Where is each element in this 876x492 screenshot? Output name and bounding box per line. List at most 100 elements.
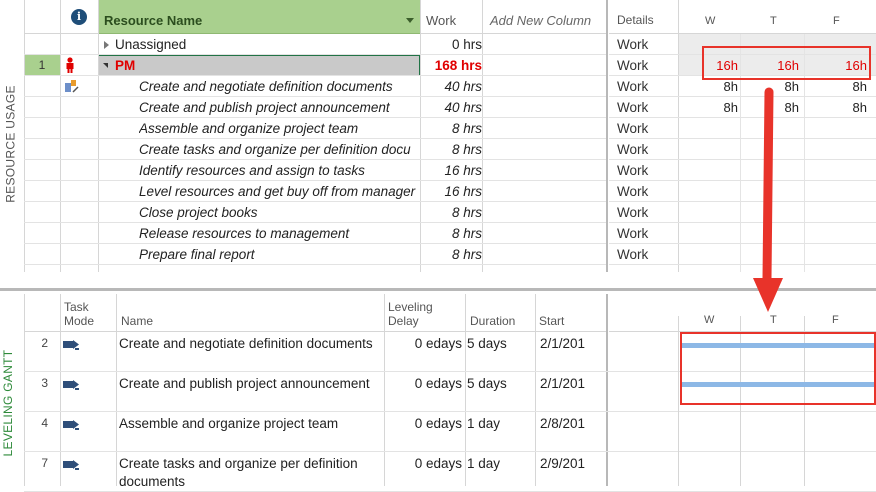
assignment-name[interactable]: Create and negotiate definition document… bbox=[139, 76, 418, 97]
collapse-triangle-icon[interactable] bbox=[103, 63, 108, 68]
resource-name[interactable]: PM bbox=[115, 55, 415, 76]
duration-value[interactable]: 1 day bbox=[467, 415, 533, 433]
duration-value[interactable]: 1 day bbox=[467, 455, 533, 473]
overallocation-highlight-box bbox=[702, 46, 871, 80]
column-dropdown-icon[interactable] bbox=[406, 18, 414, 23]
resource-name-column-header[interactable]: Resource Name bbox=[98, 0, 420, 34]
day-header-t: T bbox=[770, 15, 777, 27]
work-value[interactable]: 16 hrs bbox=[420, 160, 484, 181]
work-value[interactable]: 40 hrs bbox=[420, 97, 484, 118]
gantt-task-row[interactable]: 2 Create and negotiate definition documen… bbox=[0, 332, 876, 372]
task-id[interactable]: 3 bbox=[0, 376, 48, 390]
resource-usage-row[interactable]: Release resources to management 8 hrs bbox=[0, 223, 606, 244]
start-value[interactable]: 2/1/201 bbox=[540, 335, 606, 353]
row-id[interactable]: 1 bbox=[24, 55, 60, 76]
resource-name[interactable]: Unassigned bbox=[115, 34, 415, 55]
leveling-delay-column-header[interactable]: Leveling Delay bbox=[388, 300, 433, 328]
task-mode-column-header[interactable]: Task Mode bbox=[60, 300, 116, 328]
add-new-column-header[interactable]: Add New Column bbox=[482, 0, 606, 34]
assignment-name[interactable]: Assemble and organize project team bbox=[139, 118, 418, 139]
detail-label: Work bbox=[617, 121, 649, 136]
gantt-task-row[interactable]: 4 Assemble and organize project team 0 eda… bbox=[0, 412, 876, 452]
assignment-name[interactable]: Prepare final report bbox=[139, 244, 418, 265]
assignment-name[interactable]: Create tasks and organize per definition… bbox=[139, 139, 418, 160]
gantt-task-row[interactable]: 7 Create tasks and organize per definitio… bbox=[0, 452, 876, 492]
resource-usage-row[interactable]: Close project books 8 hrs bbox=[0, 202, 606, 223]
expand-triangle-icon[interactable] bbox=[104, 41, 109, 49]
auto-scheduled-task-icon bbox=[63, 458, 81, 470]
auto-scheduled-task-icon bbox=[63, 378, 81, 390]
detail-label: Work bbox=[617, 79, 649, 94]
overallocated-person-icon bbox=[64, 57, 76, 74]
resource-usage-pane: RESOURCE USAGE i Resource Name Work Add … bbox=[0, 0, 876, 291]
assignment-name[interactable]: Create and publish project announcement bbox=[139, 97, 418, 118]
detail-label: Work bbox=[617, 247, 649, 262]
resource-usage-row[interactable]: Level resources and get buy off from man… bbox=[0, 181, 606, 202]
leveling-delay-value[interactable]: 0 edays bbox=[384, 455, 462, 473]
info-icon: i bbox=[71, 9, 87, 25]
task-name[interactable]: Create and publish project announcement bbox=[119, 375, 381, 393]
work-value[interactable]: 168 hrs bbox=[420, 55, 484, 76]
day-header-w: W bbox=[705, 15, 716, 27]
work-value[interactable]: 8 hrs bbox=[420, 244, 484, 265]
detail-label: Work bbox=[617, 184, 649, 199]
gantt-highlight-box bbox=[680, 332, 876, 405]
resource-usage-row[interactable]: Identify resources and assign to tasks 16… bbox=[0, 160, 606, 181]
work-value[interactable]: 8 hrs bbox=[420, 139, 484, 160]
task-name[interactable]: Create and negotiate definition document… bbox=[119, 335, 381, 353]
timescale-header: Details W T F bbox=[609, 0, 876, 34]
work-value[interactable]: 0 hrs bbox=[420, 34, 484, 55]
level-assignment-icon bbox=[64, 78, 80, 94]
resource-usage-row[interactable]: Prepare final report 8 hrs bbox=[0, 244, 606, 265]
task-id[interactable]: 4 bbox=[0, 416, 48, 430]
duration-value[interactable]: 5 days bbox=[467, 375, 533, 393]
details-header: Details bbox=[617, 13, 654, 27]
work-value[interactable]: 40 hrs bbox=[420, 76, 484, 97]
assignment-name[interactable]: Release resources to management bbox=[139, 223, 418, 244]
work-value[interactable]: 8 hrs bbox=[420, 202, 484, 223]
auto-scheduled-task-icon bbox=[63, 418, 81, 430]
work-value[interactable]: 8 hrs bbox=[420, 223, 484, 244]
gantt-timescale-header: W T F bbox=[609, 294, 876, 332]
assignment-name[interactable]: Level resources and get buy off from man… bbox=[139, 181, 418, 202]
leveling-gantt-pane: LEVELING GANTT Task Mode Name Leveling D… bbox=[0, 294, 876, 492]
start-value[interactable]: 2/8/201 bbox=[540, 415, 606, 433]
day-header-f: F bbox=[833, 15, 840, 27]
info-column-header[interactable]: i bbox=[60, 0, 98, 34]
assignment-name[interactable]: Close project books bbox=[139, 202, 418, 223]
resource-usage-row[interactable]: Create tasks and organize per definition… bbox=[0, 139, 606, 160]
gantt-task-row[interactable]: 3 Create and publish project announcement… bbox=[0, 372, 876, 412]
leveling-delay-value[interactable]: 0 edays bbox=[384, 375, 462, 393]
leveling-delay-value[interactable]: 0 edays bbox=[384, 415, 462, 433]
work-column-header[interactable]: Work bbox=[420, 0, 482, 34]
start-value[interactable]: 2/9/201 bbox=[540, 455, 606, 473]
detail-label: Work bbox=[617, 142, 649, 157]
annotation-arrow bbox=[753, 87, 783, 312]
detail-label: Work bbox=[617, 226, 649, 241]
name-column-header[interactable]: Name bbox=[121, 314, 153, 328]
resource-usage-row[interactable]: Unassigned 0 hrs bbox=[0, 34, 606, 55]
timescale-work-value[interactable]: 8h bbox=[698, 97, 738, 118]
detail-label: Work bbox=[617, 163, 649, 178]
resource-usage-row[interactable]: Assemble and organize project team 8 hrs bbox=[0, 118, 606, 139]
leveling-delay-value[interactable]: 0 edays bbox=[384, 335, 462, 353]
resource-usage-row[interactable]: 1 PM 168 hrs bbox=[0, 55, 606, 76]
start-column-header[interactable]: Start bbox=[539, 314, 564, 328]
resource-usage-row[interactable]: Create and negotiate definition document… bbox=[0, 76, 606, 97]
duration-column-header[interactable]: Duration bbox=[470, 314, 515, 328]
detail-label: Work bbox=[617, 37, 649, 52]
gantt-day-w: W bbox=[704, 314, 715, 326]
assignment-name[interactable]: Identify resources and assign to tasks bbox=[139, 160, 418, 181]
timescale-work-value[interactable]: 8h bbox=[827, 97, 867, 118]
resource-usage-row[interactable]: Create and publish project announcement 4… bbox=[0, 97, 606, 118]
start-value[interactable]: 2/1/201 bbox=[540, 375, 606, 393]
detail-label: Work bbox=[617, 58, 649, 73]
task-id[interactable]: 7 bbox=[0, 456, 48, 470]
detail-label: Work bbox=[617, 205, 649, 220]
duration-value[interactable]: 5 days bbox=[467, 335, 533, 353]
work-value[interactable]: 16 hrs bbox=[420, 181, 484, 202]
work-value[interactable]: 8 hrs bbox=[420, 118, 484, 139]
task-id[interactable]: 2 bbox=[0, 336, 48, 350]
task-name[interactable]: Assemble and organize project team bbox=[119, 415, 381, 433]
gantt-day-f: F bbox=[832, 314, 839, 326]
